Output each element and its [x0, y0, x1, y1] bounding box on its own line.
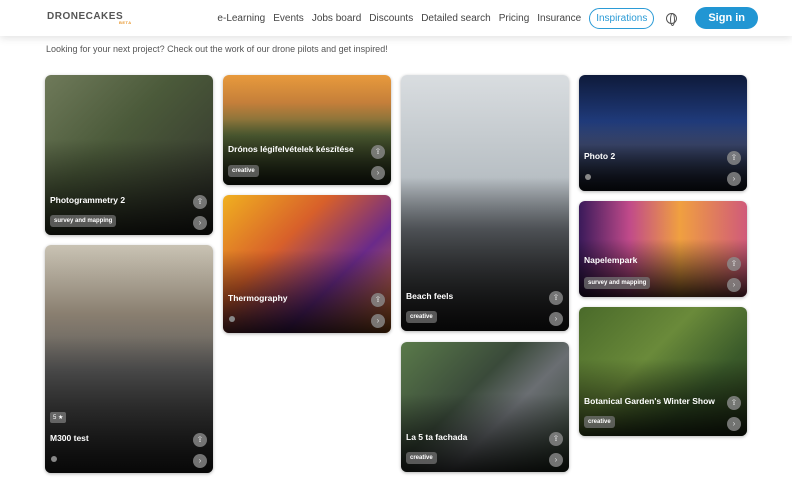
chevron-right-icon[interactable]: › — [727, 278, 741, 292]
share-icon[interactable]: ⇪ — [549, 291, 563, 305]
card-tag[interactable]: creative — [406, 311, 437, 323]
card-title: Photogrammetry 2 — [50, 195, 126, 205]
card-tag[interactable]: creative — [406, 452, 437, 464]
card-title: Botanical Garden's Winter Show — [584, 396, 715, 406]
globe-icon[interactable] — [666, 12, 678, 26]
inspiration-card[interactable]: 5 ★ M300 test ⇪ › — [45, 245, 213, 473]
card-title: Photo 2 — [584, 151, 616, 161]
chevron-right-icon[interactable]: › — [371, 314, 385, 328]
card-title: Beach feels — [406, 291, 454, 301]
card-tag[interactable]: creative — [584, 416, 615, 428]
card-title: La 5 ta fachada — [406, 432, 468, 442]
card-tag[interactable]: survey and mapping — [584, 277, 651, 289]
sign-in-button[interactable]: Sign in — [695, 7, 758, 29]
inspiration-card[interactable]: Napelempark survey and mapping ⇪ › — [579, 201, 747, 297]
share-icon[interactable]: ⇪ — [371, 293, 385, 307]
status-dot — [51, 456, 57, 462]
chevron-right-icon[interactable]: › — [549, 312, 563, 326]
chevron-right-icon[interactable]: › — [371, 166, 385, 180]
beta-badge: BETA — [119, 20, 132, 25]
rating-badge: 5 ★ — [50, 412, 67, 423]
nav-insurance[interactable]: Insurance — [537, 13, 581, 24]
nav-elearning[interactable]: e-Learning — [217, 13, 265, 24]
share-icon[interactable]: ⇪ — [371, 145, 385, 159]
chevron-right-icon[interactable]: › — [193, 216, 207, 230]
nav-events[interactable]: Events — [273, 13, 304, 24]
logo[interactable]: DRONECAKES BETA — [47, 11, 131, 25]
card-title: Drónos légifelvételek készítése — [228, 144, 354, 154]
chevron-right-icon[interactable]: › — [549, 453, 563, 467]
nav-discounts[interactable]: Discounts — [369, 13, 413, 24]
inspiration-card[interactable]: Drónos légifelvételek készítése creative… — [223, 75, 391, 185]
inspiration-card[interactable]: Photogrammetry 2 survey and mapping ⇪ › — [45, 75, 213, 235]
status-dot — [229, 316, 235, 322]
share-icon[interactable]: ⇪ — [727, 151, 741, 165]
card-title: Napelempark — [584, 255, 638, 265]
card-title: Thermography — [228, 293, 288, 303]
logo-text: DRONECAKES — [47, 11, 124, 22]
header: DRONECAKES BETA e-Learning Events Jobs bo… — [0, 0, 792, 36]
card-title: M300 test — [50, 433, 89, 443]
main-nav: e-Learning Events Jobs board Discounts D… — [217, 7, 758, 29]
share-icon[interactable]: ⇪ — [727, 257, 741, 271]
card-tag[interactable]: creative — [228, 165, 259, 177]
inspiration-card[interactable]: Photo 2 ⇪ › — [579, 75, 747, 191]
inspiration-card[interactable]: Beach feels creative ⇪ › — [401, 75, 569, 331]
nav-detailed-search[interactable]: Detailed search — [421, 13, 490, 24]
share-icon[interactable]: ⇪ — [193, 195, 207, 209]
nav-pricing[interactable]: Pricing — [499, 13, 530, 24]
inspiration-card[interactable]: Botanical Garden's Winter Show creative … — [579, 307, 747, 436]
nav-jobs-board[interactable]: Jobs board — [312, 13, 361, 24]
nav-inspirations[interactable]: Inspirations — [589, 7, 655, 29]
chevron-right-icon[interactable]: › — [727, 172, 741, 186]
share-icon[interactable]: ⇪ — [193, 433, 207, 447]
inspiration-card[interactable]: La 5 ta fachada creative ⇪ › — [401, 342, 569, 472]
status-dot — [585, 174, 591, 180]
chevron-right-icon[interactable]: › — [193, 454, 207, 468]
card-tag[interactable]: survey and mapping — [50, 215, 117, 227]
inspiration-card[interactable]: Thermography ⇪ › — [223, 195, 391, 333]
chevron-right-icon[interactable]: › — [727, 417, 741, 431]
page-subtitle: Looking for your next project? Check out… — [46, 44, 388, 54]
share-icon[interactable]: ⇪ — [549, 432, 563, 446]
share-icon[interactable]: ⇪ — [727, 396, 741, 410]
